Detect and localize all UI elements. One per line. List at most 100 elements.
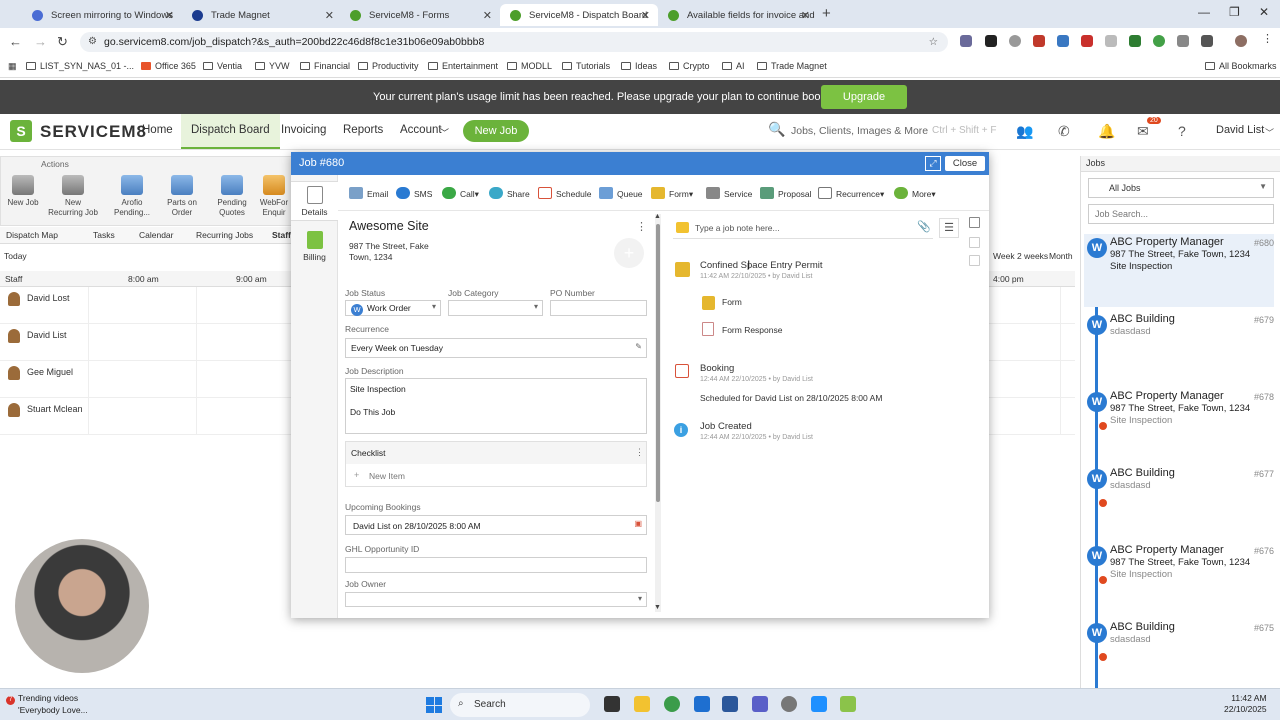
calendar-icon[interactable]: ▣ [634,519,642,528]
tool-sms[interactable]: SMS [396,187,432,199]
new-tab-icon[interactable]: + [822,5,831,22]
bookmark-item[interactable]: LIST_SYN_NAS_01 -... [26,61,134,71]
view-week[interactable]: Week [993,251,1015,261]
printer-icon[interactable] [969,237,980,248]
job-status-select[interactable]: W Work Order ▾ [345,300,441,316]
view-2-weeks[interactable]: 2 weeks [1017,251,1048,261]
activity-title[interactable]: Booking [700,363,734,374]
bookmark-item[interactable]: AI [722,61,745,71]
staff-icon[interactable]: 👥 [1016,123,1033,140]
close-icon[interactable]: ✕ [641,9,650,22]
word-icon[interactable] [722,696,738,712]
bookmark-item[interactable]: Trade Magnet [757,61,827,71]
restore-icon[interactable]: ❐ [1229,5,1240,19]
bookmark-item[interactable]: YVW [255,61,290,71]
job-description-textarea[interactable]: Site Inspection Do This Job [345,378,647,434]
extension-icon[interactable] [960,35,972,47]
bookmark-item[interactable]: MODLL [507,61,552,71]
kebab-menu-icon[interactable]: ⋮ [635,447,644,458]
tool-email[interactable]: Email [349,187,388,199]
upgrade-button[interactable]: Upgrade [821,85,907,109]
view-month[interactable]: Month [1049,251,1073,261]
extension-icon[interactable] [1105,35,1117,47]
extension-icon[interactable] [985,35,997,47]
phone-icon[interactable]: ✆ [1058,123,1070,140]
tool-share[interactable]: Share [489,187,530,199]
scroll-up-icon[interactable]: ▲ [654,213,661,220]
details-scrollbar[interactable] [655,214,661,612]
jobs-filter-select[interactable]: All Jobs ▼ [1088,178,1274,198]
rail-billing[interactable]: Billing [291,231,338,262]
reload-icon[interactable]: ↻ [57,34,68,50]
activity-form-response-link[interactable]: Form Response [722,325,782,335]
ghl-opportunity-input[interactable] [345,557,647,573]
expand-icon[interactable]: ⤢ [925,156,941,171]
browser-tab-available-fields[interactable]: Available fields for invoice and ✕ [658,4,818,26]
window-close-icon[interactable]: ✕ [1259,5,1269,19]
tool-more[interactable]: More▾ [894,187,936,200]
action-arofio-pending[interactable]: Arofio Pending... [106,175,158,218]
job-card[interactable]: W ABC Building #675 sdasdasd [1084,619,1274,692]
taskbar-search[interactable]: ⌕ Search [450,693,590,717]
rail-details[interactable]: Details [291,181,338,221]
action-new-recurring-job[interactable]: New Recurring Job [47,175,99,218]
extension-icon[interactable] [1153,35,1165,47]
global-search-input[interactable]: Jobs, Clients, Images & More [791,125,928,137]
close-icon[interactable]: ✕ [483,9,492,22]
close-icon[interactable]: ✕ [165,9,174,22]
tab-dispatch-map[interactable]: Dispatch Map [6,230,58,240]
po-number-input[interactable] [550,300,647,316]
add-icon[interactable]: + [614,238,644,268]
job-note-input[interactable]: Type a job note here... 📎 [673,217,933,239]
upcoming-booking[interactable]: David List on 28/10/2025 8:00 AM ▣ [345,515,647,535]
close-icon[interactable]: ✕ [801,9,810,22]
tab-calendar[interactable]: Calendar [139,230,174,240]
browser-tab-screen-mirroring[interactable]: Screen mirroring to Windows ✕ [22,4,182,26]
forward-icon[interactable]: → [34,34,47,49]
url-field[interactable]: ⚙ go.servicem8.com/job_dispatch?&s_auth=… [80,32,948,52]
action-webform-enquiries[interactable]: WebFor Enquir [254,175,294,218]
bookmark-item[interactable]: Ventia [203,61,242,71]
tool-queue[interactable]: Queue [599,187,643,199]
extension-icon[interactable] [1177,35,1189,47]
bookmark-item[interactable]: Ideas [621,61,657,71]
bookmark-item[interactable]: Tutorials [562,61,610,71]
job-card[interactable]: W ABC Building #677 sdasdasd [1084,465,1274,538]
copy-icon[interactable] [969,255,980,266]
bookmark-item[interactable]: Entertainment [428,61,498,71]
filter-icon[interactable]: ☰ [939,218,959,238]
tool-proposal[interactable]: Proposal [760,187,812,199]
nav-dispatch-board[interactable]: Dispatch Board [181,114,280,149]
news-widget[interactable]: 7 Trending videos 'Everybody Love... [6,693,88,715]
scroll-down-icon[interactable]: ▼ [654,604,661,611]
today-button[interactable]: Today [4,251,27,261]
recurrence-field[interactable]: Every Week on Tuesday ✎ [345,338,647,358]
bookmark-item[interactable]: Office 365 [141,61,196,71]
settings-icon[interactable] [781,696,797,712]
new-job-button[interactable]: New Job [463,120,529,142]
nav-reports[interactable]: Reports [343,124,383,136]
minimize-icon[interactable]: — [1198,5,1210,19]
tool-recurrence[interactable]: Recurrence▾ [818,187,884,200]
help-icon[interactable]: ? [1178,123,1186,139]
tool-form[interactable]: Form▾ [651,187,693,200]
app-icon[interactable] [840,696,856,712]
close-icon[interactable]: ✕ [325,9,334,22]
tab-tasks[interactable]: Tasks [93,230,115,240]
extension-icon[interactable] [1033,35,1045,47]
tool-service[interactable]: Service [706,187,752,199]
attachment-icon[interactable]: 📎 [917,220,931,233]
browser-menu-icon[interactable]: ⋮ [1262,32,1274,45]
nav-account[interactable]: Account [400,124,442,136]
action-new-job[interactable]: New Job [0,175,49,208]
file-explorer-icon[interactable] [634,696,650,712]
job-search-input[interactable]: Job Search... [1088,204,1274,224]
chevron-down-icon[interactable]: ﹀ [1265,126,1274,139]
activity-title[interactable]: Confined Space Entry Permit [700,260,823,271]
windows-start-icon[interactable] [426,697,442,713]
scrollbar-thumb[interactable] [656,224,660,502]
action-parts-on-order[interactable]: Parts on Order [156,175,208,218]
browser-tab-forms[interactable]: ServiceM8 - Forms ✕ [340,4,500,26]
extension-icon[interactable] [1081,35,1093,47]
tool-call[interactable]: Call▾ [442,187,479,200]
